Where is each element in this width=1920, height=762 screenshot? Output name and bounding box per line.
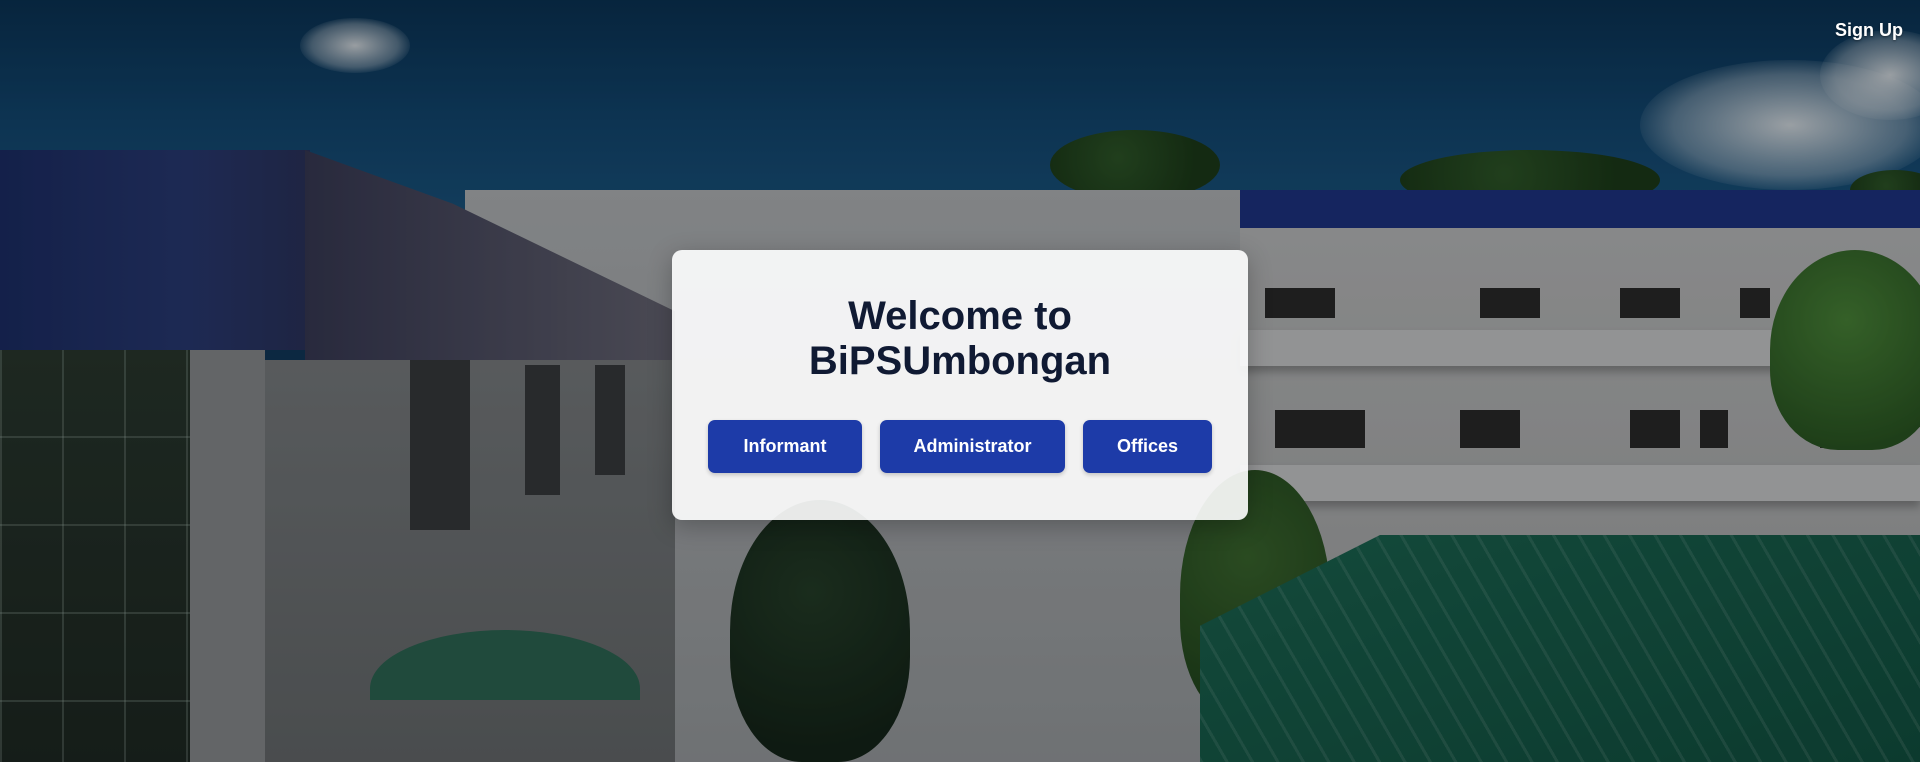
welcome-card: Welcome to BiPSUmbongan Informant Admini…	[672, 250, 1248, 520]
welcome-title-line1: Welcome to	[848, 294, 1072, 338]
role-button-group: Informant Administrator Offices	[672, 420, 1248, 473]
administrator-button[interactable]: Administrator	[880, 420, 1065, 473]
welcome-title-line2: BiPSUmbongan	[808, 339, 1112, 383]
offices-button[interactable]: Offices	[1083, 420, 1212, 473]
informant-button[interactable]: Informant	[708, 420, 862, 473]
landing-page: Sign Up Welcome to BiPSUmbongan Informan…	[0, 0, 1920, 762]
welcome-title: Welcome to BiPSUmbongan	[672, 250, 1248, 384]
signup-link[interactable]: Sign Up	[1835, 20, 1903, 41]
